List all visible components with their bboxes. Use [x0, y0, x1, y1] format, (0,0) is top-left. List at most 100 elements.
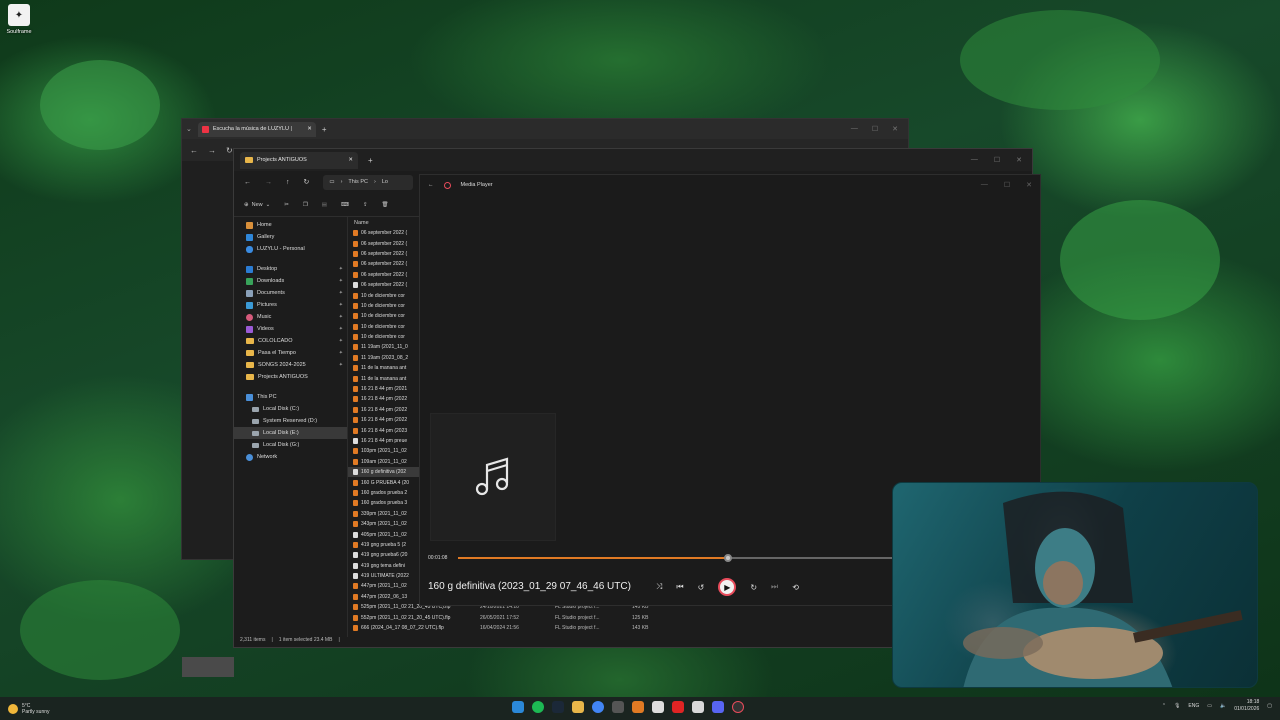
breadcrumb-this-pc[interactable]: This PC [348, 179, 368, 185]
close-window-icon[interactable]: ✕ [1026, 181, 1032, 189]
maximize-icon[interactable]: ☐ [872, 125, 878, 133]
fl-studio-file-icon [353, 614, 358, 621]
weather-widget[interactable]: 5°C Partly sunny [0, 703, 50, 715]
taskbar-apps [512, 701, 744, 713]
sidebar-item-local-disk-g[interactable]: Local Disk (G:) [234, 439, 347, 451]
forward-icon[interactable]: → [208, 146, 216, 155]
sidebar-item-local-disk-c[interactable]: Local Disk (C:) [234, 403, 347, 415]
start-icon[interactable] [512, 701, 524, 713]
chrome-icon[interactable] [592, 701, 604, 713]
clock[interactable]: 18:18 01/01/2026 [1234, 699, 1259, 713]
steam-icon[interactable] [552, 701, 564, 713]
delete-icon[interactable]: 🗑 [382, 202, 389, 208]
new-button[interactable]: ⊕ New ⌄ [244, 202, 270, 208]
maximize-icon[interactable]: ☐ [994, 156, 1000, 164]
reload-icon[interactable]: ↻ [226, 146, 233, 155]
soulframe-taskbar-icon[interactable] [692, 701, 704, 713]
up-icon[interactable]: ↑ [286, 179, 290, 186]
minimize-icon[interactable]: — [971, 156, 978, 164]
browser-tab[interactable]: Escucha la música de LUZYLU | ✕ [197, 121, 316, 137]
sidebar-item-songs[interactable]: SONGS 2024-2025 ✦ [234, 359, 347, 371]
minimize-icon[interactable]: — [851, 125, 858, 133]
media-player-taskbar-icon[interactable] [732, 701, 744, 713]
sidebar-item-local-disk-e[interactable]: Local Disk (E:) [234, 427, 347, 439]
discord-icon[interactable] [712, 701, 724, 713]
weather-description: Partly sunny [22, 708, 50, 715]
streamer-camera-feed [963, 491, 1243, 687]
sidebar-item-projects-antiguos[interactable]: Projects ANTIGUOS [234, 371, 347, 383]
youtube-icon[interactable] [672, 701, 684, 713]
paste-icon[interactable]: ▤ [322, 202, 327, 208]
close-window-icon[interactable]: ✕ [1016, 156, 1022, 164]
speaker-icon[interactable]: 🔈 [1220, 703, 1226, 709]
fl-studio-file-icon [353, 552, 358, 559]
notification-icon[interactable]: ▢ [1267, 703, 1272, 709]
fl-studio-file-icon [353, 489, 358, 496]
repeat-icon[interactable]: ⟲ [792, 583, 799, 592]
pin-icon: ✦ [338, 362, 343, 368]
drive-icon [252, 406, 259, 412]
fl-studio-file-icon [353, 625, 358, 632]
play-button[interactable]: ▶ [718, 578, 737, 596]
sidebar-item-pictures[interactable]: Pictures ✦ [234, 299, 347, 311]
back-icon[interactable]: ← [244, 179, 251, 186]
sidebar-item-documents[interactable]: Documents ✦ [234, 287, 347, 299]
tab-list-icon[interactable]: ⌄ [186, 125, 192, 133]
refresh-icon[interactable]: ↻ [304, 178, 310, 186]
maximize-icon[interactable]: ☐ [1004, 181, 1010, 189]
sidebar-item-label: Pictures [257, 302, 277, 308]
sidebar-item-system-reserved-d[interactable]: System Reserved (D:) [234, 415, 347, 427]
gallery-icon [246, 233, 253, 241]
sidebar-item-videos[interactable]: Videos ✦ [234, 323, 347, 335]
divider: | [338, 637, 340, 643]
obs-icon[interactable] [612, 701, 624, 713]
explorer-tab[interactable]: Projects ANTIGUOS ✕ [240, 151, 358, 169]
breadcrumb-current[interactable]: Lo [382, 179, 388, 185]
browser-page-fragment [182, 657, 234, 677]
sidebar-item-desktop[interactable]: Desktop ✦ [234, 263, 347, 275]
sidebar-item-downloads[interactable]: Downloads ✦ [234, 275, 347, 287]
next-icon[interactable]: ⏭ [771, 582, 778, 592]
previous-icon[interactable]: ⏮ [676, 582, 683, 592]
calendar-icon[interactable] [652, 701, 664, 713]
new-tab-icon[interactable]: + [322, 125, 327, 134]
seek-bar[interactable] [458, 554, 958, 562]
sidebar-item-cololcado[interactable]: COLOLCADO ✦ [234, 335, 347, 347]
sidebar-item-home[interactable]: Home [234, 219, 347, 231]
sidebar-item-network[interactable]: Network [234, 451, 347, 463]
language-indicator[interactable]: ENG [1188, 703, 1199, 709]
close-tab-icon[interactable]: ✕ [307, 126, 312, 132]
close-window-icon[interactable]: ✕ [892, 125, 898, 133]
pin-icon: ✦ [338, 266, 343, 272]
sidebar-item-this-pc[interactable]: This PC [234, 391, 347, 403]
minimize-icon[interactable]: — [981, 181, 988, 189]
seek-bar-thumb[interactable] [724, 554, 732, 562]
sidebar-item-pasa-el-tiempo[interactable]: Pasa el Tiempo ✦ [234, 347, 347, 359]
copy-icon[interactable]: ❐ [303, 202, 308, 208]
file-explorer-icon[interactable] [572, 701, 584, 713]
desktop-shortcut-soulframe[interactable]: ✦ Soulframe [4, 4, 34, 35]
shuffle-icon[interactable]: ⤨ [656, 582, 662, 592]
close-tab-icon[interactable]: ✕ [348, 157, 353, 163]
new-tab-icon[interactable]: + [368, 156, 373, 165]
address-bar[interactable]: ▭ › This PC › Lo [323, 174, 414, 190]
sidebar-item-music[interactable]: Music ✦ [234, 311, 347, 323]
cut-icon[interactable]: ✂ [284, 202, 289, 208]
sidebar-item-onedrive[interactable]: LUZYLU - Personal [234, 243, 347, 255]
app-title: Media Player [460, 182, 493, 188]
back-icon[interactable]: ← [190, 146, 198, 155]
back-icon[interactable]: ← [428, 182, 434, 188]
rename-icon[interactable]: ⌨ [341, 202, 349, 208]
sidebar-item-gallery[interactable]: Gallery [234, 231, 347, 243]
microphone-icon[interactable]: 🎙 [1174, 703, 1180, 709]
share-icon[interactable]: ⇪ [363, 202, 368, 208]
chevron-up-icon[interactable]: ⌃ [1162, 703, 1166, 709]
spotify-icon[interactable] [532, 701, 544, 713]
rewind-10-icon[interactable]: ↺ [698, 583, 705, 592]
display-icon[interactable]: ▭ [1207, 703, 1212, 709]
fl-studio-file-icon [353, 541, 358, 548]
forward-icon[interactable]: → [265, 179, 272, 186]
fl-studio-icon[interactable] [632, 701, 644, 713]
album-art-placeholder [430, 413, 556, 541]
forward-30-icon[interactable]: ↻ [750, 583, 757, 592]
